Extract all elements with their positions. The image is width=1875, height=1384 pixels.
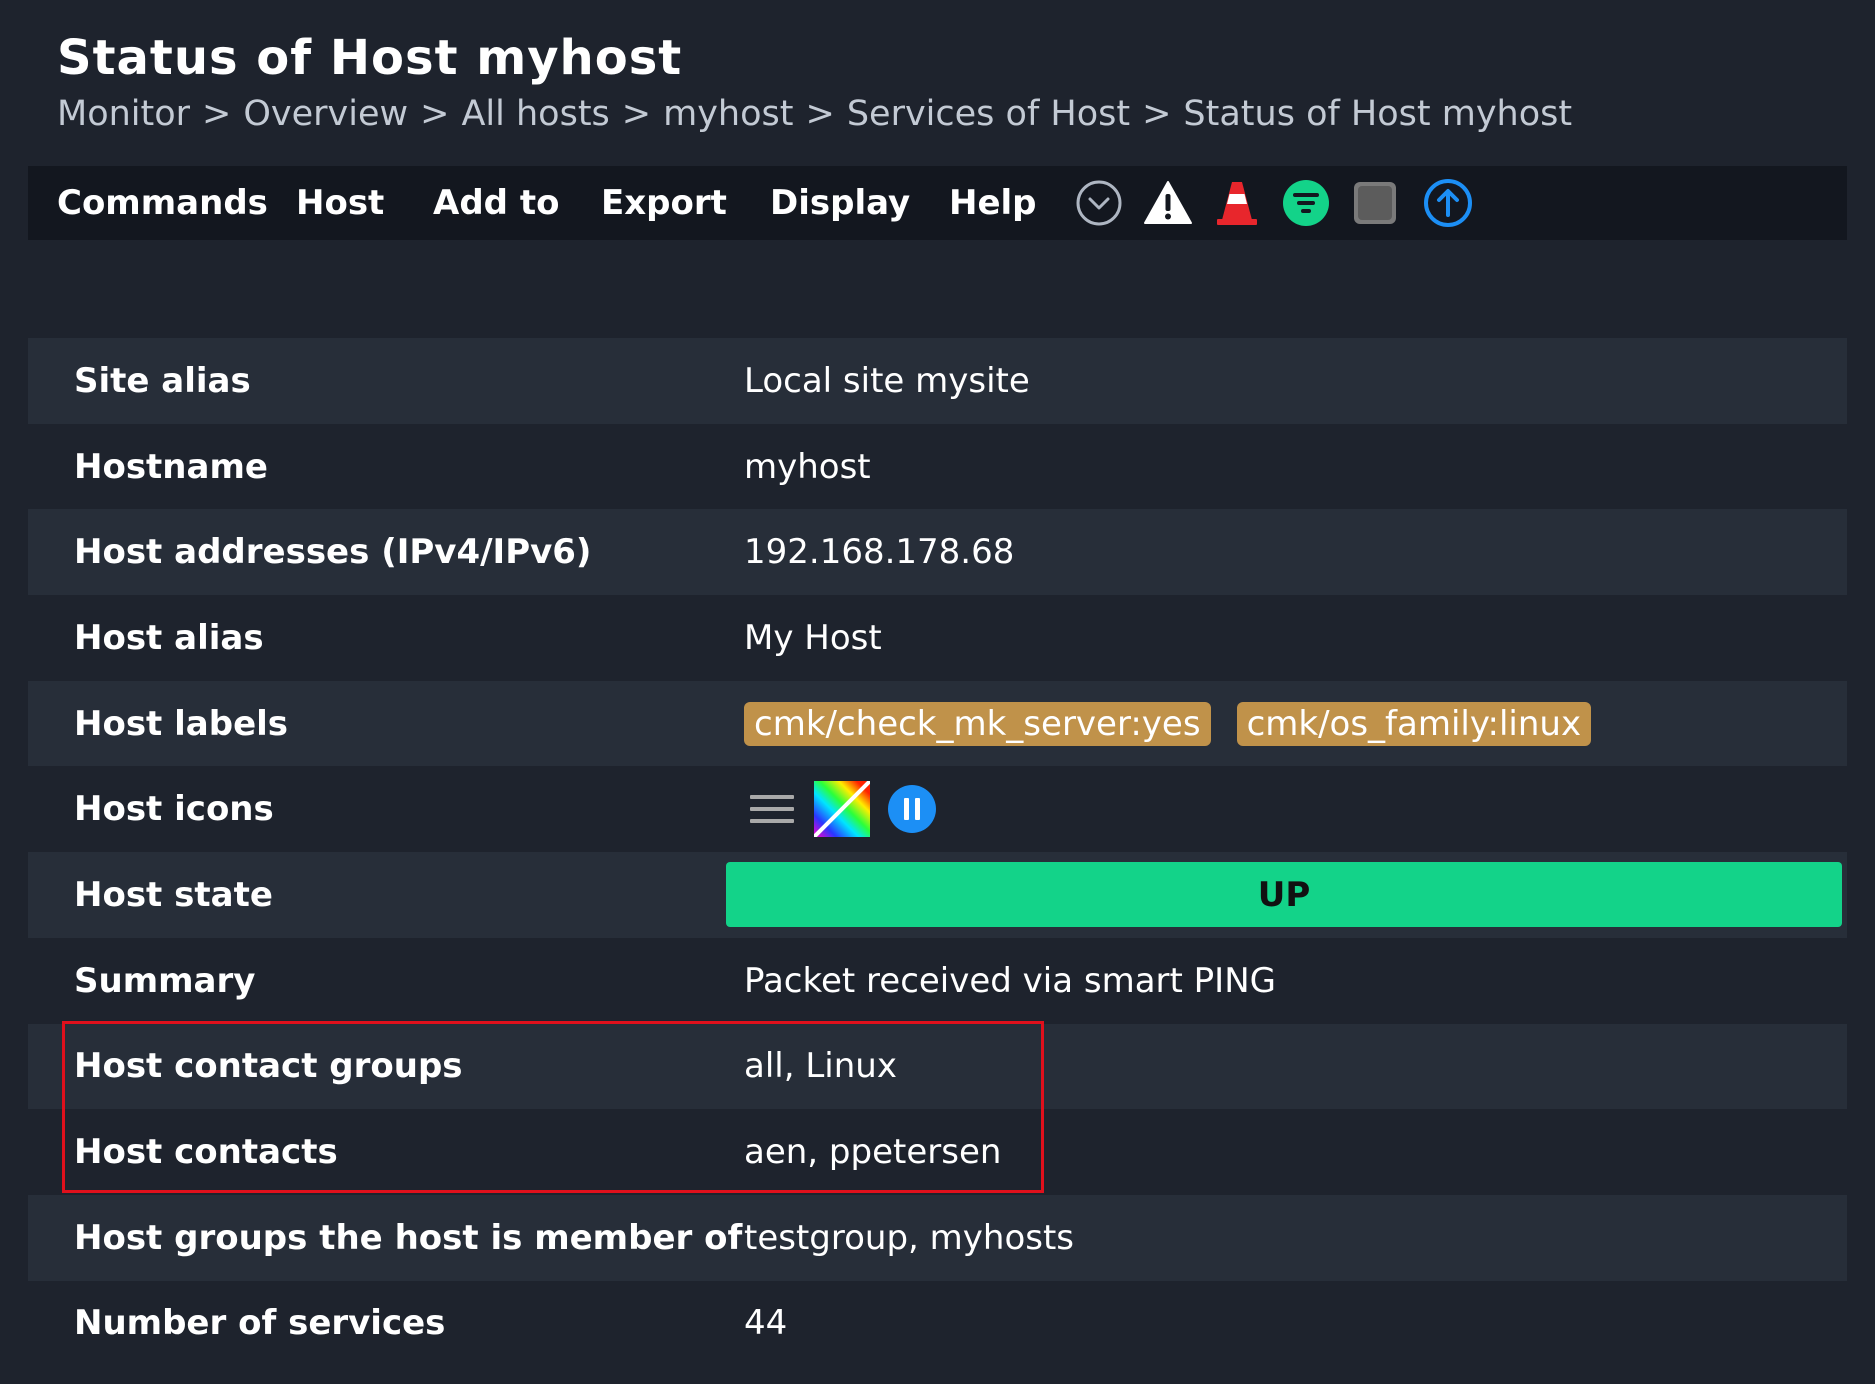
breadcrumb-separator: > (805, 94, 835, 134)
row-value: myhost (744, 446, 871, 487)
row-label: Host labels (74, 703, 289, 744)
table-row: Host alias My Host (28, 595, 1847, 681)
host-labels: cmk/check_mk_server:yes cmk/os_family:li… (744, 681, 1617, 767)
row-value: testgroup, myhosts (744, 1217, 1075, 1258)
host-label-chip[interactable]: cmk/check_mk_server:yes (744, 701, 1211, 746)
warning-icon[interactable] (1143, 178, 1193, 228)
breadcrumb-separator: > (420, 94, 450, 134)
row-value: all, Linux (744, 1046, 897, 1087)
breadcrumb-separator: > (202, 94, 232, 134)
host-status-table: Site alias Local site mysite Hostname my… (28, 338, 1847, 1367)
row-label: Host alias (74, 617, 264, 658)
row-value: 192.168.178.68 (744, 532, 1015, 573)
row-label: Host contact groups (74, 1046, 463, 1087)
table-row: Host contact groups all, Linux (28, 1023, 1847, 1110)
menu-display[interactable]: Display (770, 166, 910, 240)
table-row: Host icons (28, 766, 1847, 853)
breadcrumb-services-of-host[interactable]: Services of Host (847, 94, 1130, 134)
menu-add-to[interactable]: Add to (433, 166, 559, 240)
row-value: Packet received via smart PING (744, 960, 1276, 1001)
table-row: Host addresses (IPv4/IPv6) 192.168.178.6… (28, 509, 1847, 596)
host-state-badge: UP (726, 862, 1842, 928)
menu-icon[interactable] (744, 781, 800, 837)
breadcrumb-myhost[interactable]: myhost (663, 94, 793, 134)
row-label: Number of services (74, 1303, 446, 1344)
host-icons (744, 766, 940, 852)
upload-arrow-icon[interactable] (1423, 178, 1473, 228)
traffic-cone-icon[interactable] (1212, 178, 1262, 228)
row-value: Local site mysite (744, 360, 1030, 401)
breadcrumb-all-hosts[interactable]: All hosts (461, 94, 609, 134)
row-label: Hostname (74, 446, 268, 487)
menu-help[interactable]: Help (949, 166, 1037, 240)
filter-icon[interactable] (1281, 178, 1331, 228)
table-row: Number of services 44 (28, 1280, 1847, 1367)
table-row: Summary Packet received via smart PING (28, 937, 1847, 1024)
row-label: Host contacts (74, 1132, 338, 1173)
breadcrumb: Monitor > Overview > All hosts > myhost > Servic… (57, 94, 1572, 134)
chevron-down-circle-icon[interactable] (1074, 178, 1124, 228)
row-label: Host state (74, 874, 273, 915)
page-title: Status of Host myhost (57, 30, 683, 86)
breadcrumb-separator: > (1142, 94, 1172, 134)
row-label: Host addresses (IPv4/IPv6) (74, 532, 592, 573)
row-value: My Host (744, 617, 882, 658)
table-row: Host contacts aen, ppetersen (28, 1109, 1847, 1195)
row-label: Host groups the host is member of (74, 1217, 743, 1258)
breadcrumb-overview[interactable]: Overview (243, 94, 408, 134)
menubar: Commands Host Add to Export Display Help (28, 166, 1847, 240)
breadcrumb-separator: > (621, 94, 652, 134)
row-value: aen, ppetersen (744, 1132, 1002, 1173)
menu-export[interactable]: Export (601, 166, 727, 240)
table-row: Site alias Local site mysite (28, 338, 1847, 424)
rainbow-icon[interactable] (814, 781, 870, 838)
table-row: Host labels cmk/check_mk_server:yes cmk/… (28, 680, 1847, 767)
row-label: Host icons (74, 789, 274, 830)
table-row: Hostname myhost (28, 423, 1847, 510)
menu-host[interactable]: Host (296, 166, 384, 240)
table-row: Host state UP (28, 852, 1847, 938)
host-label-chip[interactable]: cmk/os_family:linux (1236, 701, 1592, 746)
breadcrumb-status-of-host[interactable]: Status of Host myhost (1183, 94, 1572, 134)
row-label: Site alias (74, 360, 251, 401)
menu-commands[interactable]: Commands (57, 166, 268, 240)
breadcrumb-monitor[interactable]: Monitor (57, 94, 190, 134)
checkbox-square-icon[interactable] (1350, 178, 1400, 228)
row-label: Summary (74, 960, 256, 1001)
row-value: 44 (744, 1303, 788, 1344)
pause-icon[interactable] (884, 781, 940, 837)
table-row: Host groups the host is member of testgr… (28, 1194, 1847, 1281)
